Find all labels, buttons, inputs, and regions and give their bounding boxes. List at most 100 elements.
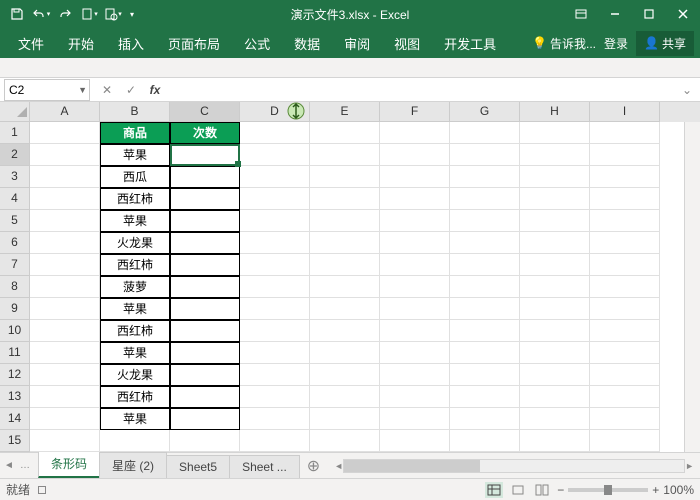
cell-A1[interactable] [30,122,100,144]
cell-A9[interactable] [30,298,100,320]
cell-I15[interactable] [590,430,660,452]
cell-F4[interactable] [380,188,450,210]
minimize-button[interactable] [598,0,632,28]
cell-E4[interactable] [310,188,380,210]
cell-C13[interactable] [170,386,240,408]
cell-H1[interactable] [520,122,590,144]
row-header-6[interactable]: 6 [0,232,30,254]
column-header-C[interactable]: C [170,102,240,122]
cell-H12[interactable] [520,364,590,386]
cell-F9[interactable] [380,298,450,320]
cell-A7[interactable] [30,254,100,276]
row-header-8[interactable]: 8 [0,276,30,298]
fx-button[interactable]: fx [144,80,166,100]
cell-G11[interactable] [450,342,520,364]
cell-H3[interactable] [520,166,590,188]
row-header-11[interactable]: 11 [0,342,30,364]
cell-E12[interactable] [310,364,380,386]
expand-formula-bar[interactable]: ⌄ [682,83,700,97]
cancel-formula-button[interactable]: ✕ [96,80,118,100]
cell-E5[interactable] [310,210,380,232]
cell-C12[interactable] [170,364,240,386]
cell-I5[interactable] [590,210,660,232]
cell-C15[interactable] [170,430,240,452]
column-header-D[interactable]: D [240,102,310,122]
cell-H10[interactable] [520,320,590,342]
chevron-down-icon[interactable]: ▼ [78,85,87,95]
cell-A6[interactable] [30,232,100,254]
row-header-3[interactable]: 3 [0,166,30,188]
cell-B9[interactable]: 苹果 [100,298,170,320]
cell-E15[interactable] [310,430,380,452]
cell-G4[interactable] [450,188,520,210]
cell-E13[interactable] [310,386,380,408]
row-header-14[interactable]: 14 [0,408,30,430]
cell-C4[interactable] [170,188,240,210]
cell-C10[interactable] [170,320,240,342]
new-button[interactable]: ▾ [78,3,100,25]
cell-D4[interactable] [240,188,310,210]
cell-C1[interactable]: 次数 [170,122,240,144]
cell-A2[interactable] [30,144,100,166]
cell-B8[interactable]: 菠萝 [100,276,170,298]
cell-H13[interactable] [520,386,590,408]
cell-A12[interactable] [30,364,100,386]
cell-H11[interactable] [520,342,590,364]
redo-button[interactable] [54,3,76,25]
sheet-tab-2[interactable]: Sheet5 [166,455,230,478]
cell-F10[interactable] [380,320,450,342]
qat-customize[interactable]: ▾ [126,3,138,25]
row-header-1[interactable]: 1 [0,122,30,144]
cell-G12[interactable] [450,364,520,386]
cell-F14[interactable] [380,408,450,430]
formula-input[interactable] [168,83,680,97]
row-header-13[interactable]: 13 [0,386,30,408]
cell-A13[interactable] [30,386,100,408]
cell-A3[interactable] [30,166,100,188]
undo-button[interactable]: ▾ [30,3,52,25]
cell-D11[interactable] [240,342,310,364]
cell-A15[interactable] [30,430,100,452]
zoom-out-button[interactable]: − [557,483,564,497]
cell-I9[interactable] [590,298,660,320]
cell-F6[interactable] [380,232,450,254]
cell-D12[interactable] [240,364,310,386]
share-button[interactable]: 👤共享 [636,31,694,56]
close-button[interactable] [666,0,700,28]
cell-G1[interactable] [450,122,520,144]
column-header-G[interactable]: G [450,102,520,122]
column-header-B[interactable]: B [100,102,170,122]
cell-E9[interactable] [310,298,380,320]
cell-A8[interactable] [30,276,100,298]
column-header-H[interactable]: H [520,102,590,122]
cell-E3[interactable] [310,166,380,188]
cell-C3[interactable] [170,166,240,188]
cell-F8[interactable] [380,276,450,298]
cell-H2[interactable] [520,144,590,166]
cell-F1[interactable] [380,122,450,144]
cell-C14[interactable] [170,408,240,430]
cell-G14[interactable] [450,408,520,430]
zoom-slider[interactable] [568,488,648,492]
cell-E2[interactable] [310,144,380,166]
ribbon-options-button[interactable] [564,0,598,28]
cell-D8[interactable] [240,276,310,298]
row-header-5[interactable]: 5 [0,210,30,232]
column-header-E[interactable]: E [310,102,380,122]
sheet-tab-0[interactable]: 条形码 [38,450,100,478]
cell-D2[interactable] [240,144,310,166]
zoom-in-button[interactable]: + [652,483,659,497]
cell-B1[interactable]: 商品 [100,122,170,144]
cell-A11[interactable] [30,342,100,364]
sheet-tab-1[interactable]: 星座 (2) [99,452,167,478]
row-header-15[interactable]: 15 [0,430,30,452]
cell-E6[interactable] [310,232,380,254]
cell-G3[interactable] [450,166,520,188]
maximize-button[interactable] [632,0,666,28]
vertical-scrollbar[interactable] [684,122,700,452]
cell-F5[interactable] [380,210,450,232]
cell-H14[interactable] [520,408,590,430]
cell-C6[interactable] [170,232,240,254]
cell-I1[interactable] [590,122,660,144]
sheet-nav-more[interactable]: … [20,460,34,471]
